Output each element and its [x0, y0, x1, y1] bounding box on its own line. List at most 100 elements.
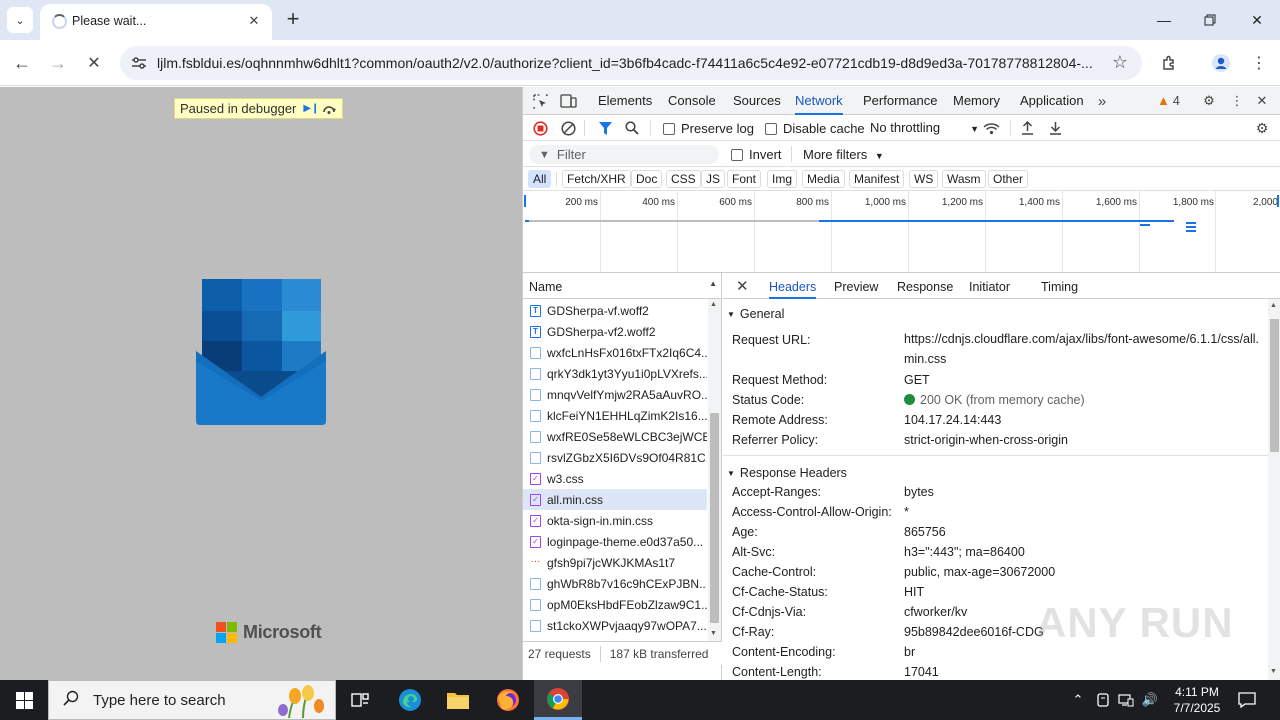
stop-recording-icon[interactable] — [530, 118, 550, 138]
tab-response[interactable]: Response — [897, 273, 953, 299]
request-row[interactable]: T GDSherpa-vf.woff2 — [523, 300, 707, 321]
profile-avatar-icon[interactable] — [1207, 49, 1235, 77]
search-icon[interactable] — [622, 118, 642, 138]
warnings-badge[interactable]: ▲ 4 — [1157, 93, 1180, 108]
browser-tab[interactable]: Please wait... ✕ — [40, 4, 272, 40]
taskbar-search[interactable]: Type here to search — [48, 680, 336, 720]
stop-loading-button[interactable]: ✕ — [80, 49, 108, 77]
edge-taskbar-button[interactable] — [386, 680, 434, 720]
type-filter-img[interactable]: Img — [767, 170, 798, 188]
tab-application[interactable]: Application — [1020, 87, 1084, 115]
more-filters-dropdown[interactable]: More filters ▼ — [803, 147, 884, 162]
file-explorer-button[interactable] — [434, 680, 482, 720]
type-filter-other[interactable]: Other — [988, 170, 1029, 188]
task-view-button[interactable] — [336, 680, 384, 720]
filter-funnel-icon[interactable] — [595, 118, 615, 138]
request-row[interactable]: rsvlZGbzX5I6DVs9Of04R81C... — [523, 447, 707, 468]
tab-console[interactable]: Console — [668, 87, 716, 115]
tab-timing[interactable]: Timing — [1041, 273, 1078, 299]
tab-search-button[interactable]: ⌄ — [7, 7, 33, 33]
network-icon[interactable] — [1117, 691, 1135, 709]
request-row[interactable]: ✓ all.min.css — [523, 489, 707, 510]
url-text[interactable]: ljlm.fsbldui.es/oqhnnmhw6dhlt1?common/oa… — [157, 55, 1097, 71]
timeline-range-handle[interactable] — [524, 195, 526, 207]
site-info-icon[interactable] — [129, 53, 149, 73]
scroll-up-icon[interactable]: ▲ — [1270, 302, 1277, 309]
request-row[interactable]: ✓ loginpage-theme.e0d37a50... — [523, 531, 707, 552]
request-row[interactable]: ✓ w3.css — [523, 468, 707, 489]
scroll-down-icon[interactable]: ▼ — [1270, 668, 1277, 675]
request-row[interactable]: wxfcLnHsFx016txFTx2Iq6C4... — [523, 342, 707, 363]
type-filter-font[interactable]: Font — [727, 170, 762, 188]
type-filter-doc[interactable]: Doc — [631, 170, 663, 188]
preserve-log-checkbox[interactable]: Preserve log — [663, 121, 754, 136]
request-row[interactable]: ghWbR8b7v16c9hCExPJBN... — [523, 573, 707, 594]
clear-icon[interactable] — [558, 118, 578, 138]
network-settings-gear-icon[interactable]: ⚙ — [1252, 118, 1272, 138]
close-window-button[interactable]: ✕ — [1234, 0, 1280, 40]
type-filter-wasm[interactable]: Wasm — [942, 170, 986, 188]
request-row[interactable]: ✓ okta-sign-in.min.css — [523, 510, 707, 531]
tab-close-icon[interactable]: ✕ — [245, 12, 263, 30]
chrome-taskbar-button[interactable] — [534, 680, 582, 720]
request-row[interactable]: ··· gfsh9pi7jcWKJKMAs1t7 — [523, 552, 707, 573]
address-bar[interactable]: ljlm.fsbldui.es/oqhnnmhw6dhlt1?common/oa… — [120, 46, 1142, 80]
close-detail-icon[interactable]: ✕ — [736, 277, 749, 295]
browser-menu-icon[interactable]: ⋮ — [1245, 49, 1273, 77]
request-row[interactable]: wxfRE0Se58eWLCBC3ejWCE... — [523, 426, 707, 447]
export-har-icon[interactable] — [1045, 118, 1065, 138]
request-row[interactable]: qrkY3dk1yt3Yyu1i0pLVXrefs... — [523, 363, 707, 384]
timeline-overview[interactable]: 200 ms 400 ms 600 ms 800 ms 1,000 ms 1,2… — [523, 191, 1280, 273]
forward-button[interactable]: → — [44, 49, 72, 77]
type-filter-all[interactable]: All — [528, 170, 552, 188]
tab-network[interactable]: Network — [795, 87, 843, 115]
type-filter-media[interactable]: Media — [802, 170, 845, 188]
request-row[interactable]: opM0EksHbdFEobZlzaw9C1... — [523, 594, 707, 615]
scroll-up-icon[interactable]: ▲ — [710, 301, 717, 308]
tab-elements[interactable]: Elements — [598, 87, 652, 115]
type-filter-js[interactable]: JS — [701, 170, 726, 188]
tab-performance[interactable]: Performance — [863, 87, 937, 115]
restore-button[interactable] — [1187, 0, 1233, 40]
type-filter-fetch-xhr[interactable]: Fetch/XHR — [562, 170, 631, 188]
minimize-button[interactable]: — — [1141, 0, 1187, 40]
start-button[interactable] — [0, 680, 48, 720]
new-tab-button[interactable]: + — [282, 8, 304, 30]
request-list-scroll-thumb[interactable] — [710, 413, 719, 623]
invert-checkbox[interactable]: Invert — [731, 147, 782, 162]
devtools-menu-icon[interactable]: ⋮ — [1227, 91, 1247, 111]
notifications-icon[interactable] — [1238, 691, 1256, 709]
tab-sources[interactable]: Sources — [733, 87, 781, 115]
volume-icon[interactable]: 🔊 — [1141, 691, 1159, 709]
filter-input[interactable]: ▼ Filter — [529, 145, 719, 164]
request-row[interactable]: st1ckoXWPvjaaqy97wOPA7... — [523, 615, 707, 636]
step-over-icon[interactable] — [320, 100, 338, 117]
tab-initiator[interactable]: Initiator — [969, 273, 1010, 299]
close-devtools-icon[interactable]: ✕ — [1252, 91, 1272, 111]
tab-headers[interactable]: Headers — [769, 273, 817, 299]
network-conditions-icon[interactable] — [981, 118, 1001, 138]
type-filter-manifest[interactable]: Manifest — [849, 170, 905, 188]
type-filter-ws[interactable]: WS — [909, 170, 939, 188]
settings-gear-icon[interactable]: ⚙ — [1199, 91, 1219, 111]
inspect-element-icon[interactable] — [530, 91, 550, 111]
detail-scroll-thumb[interactable] — [1270, 319, 1279, 452]
response-headers-section-toggle[interactable]: ▼ Response Headers — [727, 466, 847, 480]
more-tabs-icon[interactable]: » — [1092, 91, 1112, 111]
scroll-down-icon[interactable]: ▼ — [710, 630, 717, 637]
throttling-select[interactable]: No throttling ▼ — [870, 120, 979, 135]
back-button[interactable]: ← — [8, 49, 36, 77]
request-row[interactable]: T GDSherpa-vf2.woff2 — [523, 321, 707, 342]
show-hidden-icons-button[interactable]: ⌃ — [1069, 691, 1087, 709]
timeline-range-handle[interactable] — [1277, 195, 1279, 207]
device-icon[interactable] — [1094, 691, 1112, 709]
tab-memory[interactable]: Memory — [953, 87, 1000, 115]
general-section-toggle[interactable]: ▼ General — [727, 307, 784, 321]
tab-preview[interactable]: Preview — [834, 273, 878, 299]
import-har-icon[interactable] — [1017, 118, 1037, 138]
type-filter-css[interactable]: CSS — [666, 170, 701, 188]
name-column-header[interactable]: Name ▲ — [523, 273, 722, 299]
request-row[interactable]: klcFeiYN1EHHLqZimK2Is16... — [523, 405, 707, 426]
request-row[interactable]: mnqvVelfYmjw2RA5aAuvRO... — [523, 384, 707, 405]
bookmark-star-icon[interactable]: ☆ — [1112, 52, 1128, 73]
